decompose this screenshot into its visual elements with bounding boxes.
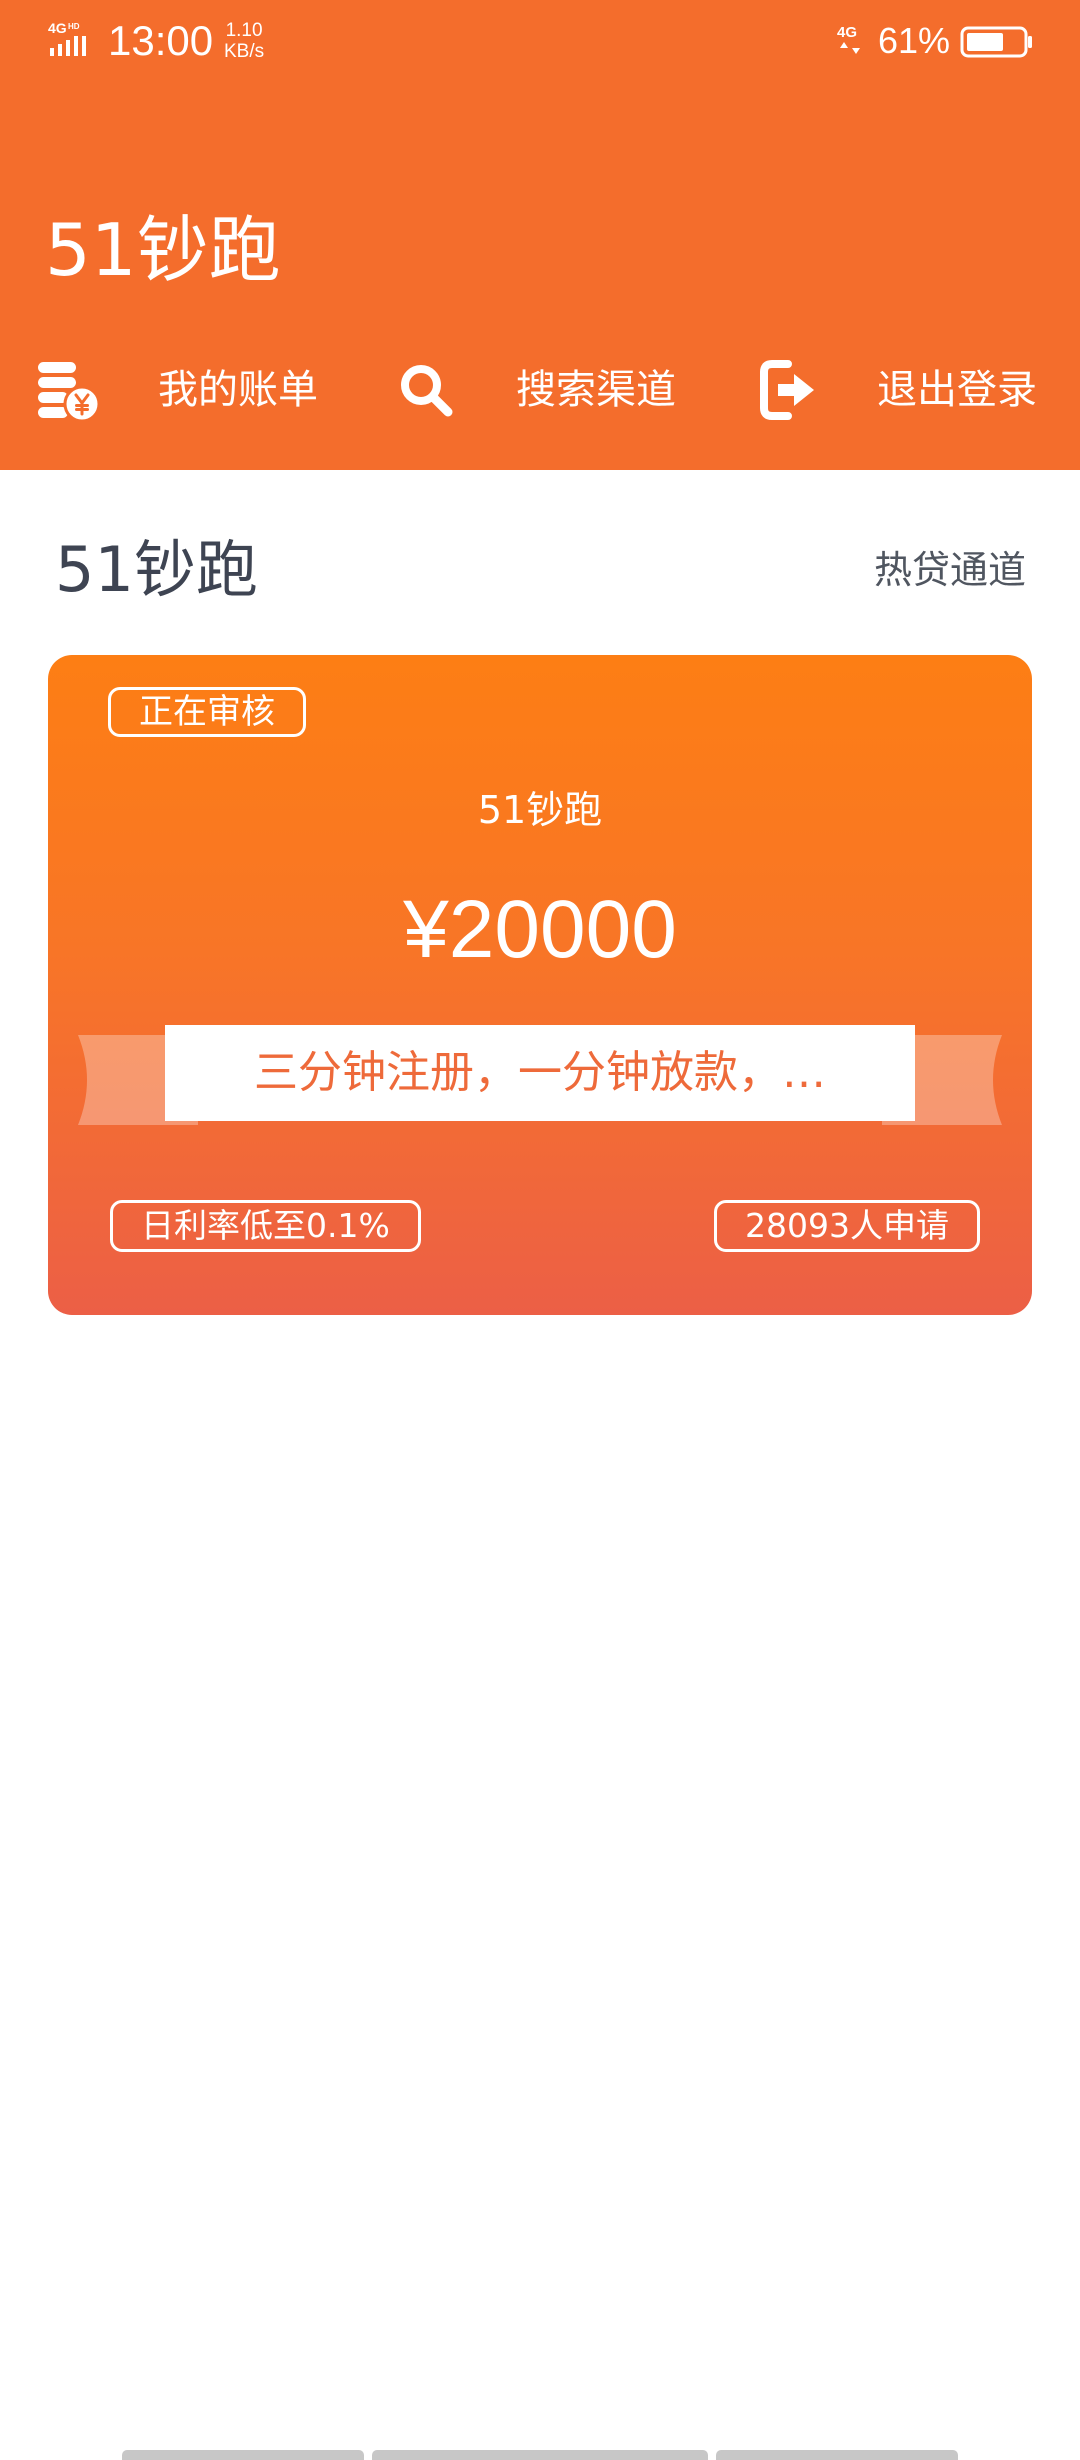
battery-percent: 61%: [878, 20, 951, 61]
nav-search-channel-label: 搜索渠道: [516, 367, 676, 413]
applicant-count-tag: 28093人申请: [714, 1200, 980, 1252]
network-speed-unit: KB/s: [224, 41, 265, 62]
loan-slogan: 三分钟注册，一分钟放款，…: [254, 1047, 826, 1098]
gesture-bar-segment-right: [716, 2450, 958, 2460]
svg-text:HD: HD: [68, 22, 80, 31]
svg-text:4G: 4G: [837, 24, 857, 41]
search-icon: [401, 365, 453, 417]
logout-icon: [760, 360, 814, 420]
mobile-data-4g-icon: 4G: [837, 24, 860, 54]
nav-search-channel[interactable]: 搜索渠道: [398, 350, 676, 430]
battery-icon: [960, 26, 1032, 58]
interest-rate-tag: 日利率低至0.1%: [110, 1200, 421, 1252]
status-badge: 正在审核: [108, 687, 306, 737]
status-time: 13:00: [108, 17, 214, 64]
section-title: 51钞跑: [55, 533, 258, 606]
loan-product-name: 51钞跑: [477, 788, 603, 832]
nav-logout-label: 退出登录: [877, 367, 1037, 413]
status-bar: 4G HD 13:00 1.10 KB/s 4G 61%: [0, 0, 1080, 90]
hot-loan-channel-link[interactable]: 热贷通道: [874, 540, 1026, 600]
network-speed-value: 1.10: [225, 20, 263, 41]
bill-coins-icon: [38, 362, 100, 422]
signal-4g-hd-icon: 4G HD: [48, 20, 86, 56]
network-speed: 1.10 KB/s: [224, 20, 264, 62]
app-header: 4G HD 13:00 1.10 KB/s 4G 61% 51钞跑 我的账单 搜…: [0, 0, 1080, 470]
nav-logout[interactable]: 退出登录: [758, 350, 1037, 430]
nav-my-bills[interactable]: 我的账单: [36, 350, 318, 430]
nav-my-bills-label: 我的账单: [158, 367, 318, 413]
loan-amount: ¥20000: [403, 884, 677, 975]
svg-text:4G: 4G: [48, 20, 67, 36]
app-title: 51钞跑: [45, 208, 281, 292]
gesture-bar-segment-center: [372, 2450, 708, 2460]
gesture-bar-segment-left: [122, 2450, 364, 2460]
loan-card[interactable]: 正在审核 51钞跑 ¥20000 三分钟注册，一分钟放款，… 日利率低至0.1%…: [48, 655, 1032, 1315]
